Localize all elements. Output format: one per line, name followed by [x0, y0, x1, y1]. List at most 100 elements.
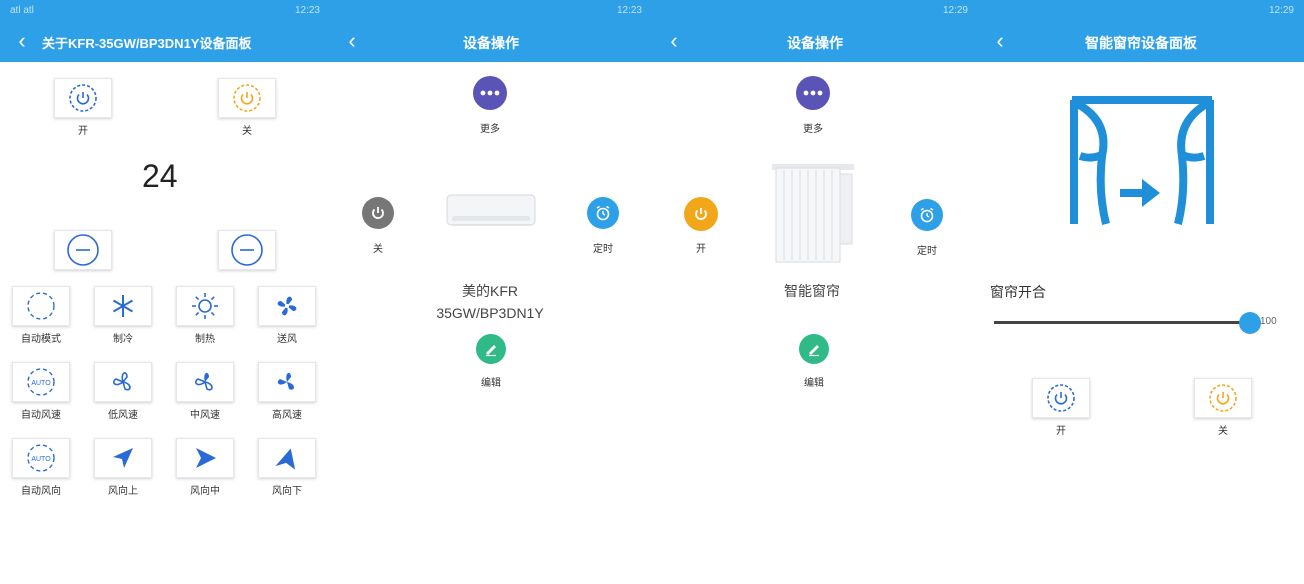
direction-auto-button[interactable]: AUTO	[12, 438, 70, 478]
timer-button[interactable]	[587, 197, 619, 229]
edit-label: 编辑	[804, 378, 824, 389]
sun-icon	[192, 293, 218, 319]
timer-button[interactable]	[911, 199, 943, 231]
auto-icon	[27, 292, 55, 320]
power-off-button[interactable]	[218, 78, 276, 118]
power-icon	[69, 84, 97, 112]
signal-text: atl atl	[10, 5, 34, 16]
more-dots-icon	[480, 90, 500, 96]
direction-mid-button[interactable]	[176, 438, 234, 478]
power-icon	[233, 84, 261, 112]
ac-control-panel: atl atl 12:23 ‹ 关于KFR-35GW/BP3DN1Y设备面板 开…	[0, 0, 330, 584]
power-off-label: 关	[242, 126, 252, 137]
curtain-control-panel: 12:29 ‹ 智能窗帘设备面板 窗帘开合 100 开 关	[978, 0, 1304, 584]
mode-label: 自动风速	[21, 410, 61, 421]
more-button[interactable]	[473, 76, 507, 110]
pencil-icon	[486, 345, 496, 357]
minus-circle-icon	[231, 234, 263, 266]
fan-high-icon	[277, 372, 294, 390]
mode-fan-button[interactable]	[258, 286, 316, 326]
more-button[interactable]	[796, 76, 830, 110]
arrow-up-icon	[113, 448, 133, 468]
fan-high-button[interactable]	[258, 362, 316, 402]
status-bar: 12:23	[330, 0, 652, 22]
page-title: 关于KFR-35GW/BP3DN1Y设备面板	[42, 36, 252, 51]
power-label: 关	[373, 244, 383, 255]
direction-down-button[interactable]	[258, 438, 316, 478]
power-on-label: 开	[78, 126, 88, 137]
status-bar: atl atl 12:23	[0, 0, 330, 22]
svg-text:AUTO: AUTO	[31, 380, 51, 387]
mode-label: 制冷	[113, 334, 133, 345]
device-name: 智能窗帘	[784, 283, 840, 299]
mode-label: 风向下	[272, 486, 302, 497]
slider-label: 窗帘开合	[990, 284, 1046, 300]
alarm-clock-icon	[920, 207, 934, 223]
status-time: 12:23	[616, 5, 642, 16]
auto-direction-icon: AUTO	[27, 444, 55, 472]
fan-low-icon	[113, 372, 131, 391]
curtain-open-button[interactable]	[1032, 378, 1090, 418]
mode-heat-button[interactable]	[176, 286, 234, 326]
power-toggle-button[interactable]	[684, 197, 718, 231]
mode-label: 低风速	[108, 410, 138, 421]
mode-label: 自动模式	[21, 334, 61, 345]
fan-auto-button[interactable]: AUTO	[12, 362, 70, 402]
status-time: 12:29	[1268, 5, 1294, 16]
curtain-slider-track[interactable]	[994, 321, 1250, 324]
power-toggle-button[interactable]	[362, 197, 394, 229]
arrow-mid-icon	[196, 448, 216, 468]
edit-button[interactable]	[799, 334, 829, 364]
mode-label: 制热	[195, 334, 215, 345]
title-bar: ‹ 设备操作	[330, 22, 652, 62]
power-icon	[372, 207, 384, 219]
mode-cool-button[interactable]	[94, 286, 152, 326]
temperature-display: 24	[142, 158, 178, 194]
device-name-line2: 35GW/BP3DN1Y	[436, 305, 544, 321]
temp-down-button[interactable]	[54, 230, 112, 270]
status-bar: 12:29	[978, 0, 1304, 22]
timer-label: 定时	[917, 246, 937, 257]
curtain-image	[772, 164, 854, 263]
close-label: 关	[1218, 426, 1228, 437]
curtain-slider-thumb[interactable]	[1239, 312, 1261, 334]
curtain-close-button[interactable]	[1194, 378, 1252, 418]
more-label: 更多	[803, 124, 823, 135]
mode-auto-button[interactable]	[12, 286, 70, 326]
status-bar: 12:29	[652, 0, 978, 22]
mode-label: 风向中	[190, 486, 220, 497]
timer-label: 定时	[593, 244, 613, 255]
power-on-button[interactable]	[54, 78, 112, 118]
fan-mid-button[interactable]	[176, 362, 234, 402]
mode-label: 高风速	[272, 410, 302, 421]
power-icon	[695, 208, 707, 220]
mode-label: 风向上	[108, 486, 138, 497]
snowflake-icon	[112, 295, 134, 317]
air-conditioner-image	[446, 194, 536, 226]
fan-mid-icon	[195, 372, 213, 391]
page-title: 智能窗帘设备面板	[1085, 35, 1197, 51]
svg-text:AUTO: AUTO	[31, 456, 51, 463]
title-bar: ‹ 关于KFR-35GW/BP3DN1Y设备面板	[0, 22, 330, 62]
fan-low-button[interactable]	[94, 362, 152, 402]
mode-label: 送风	[277, 334, 297, 345]
arrow-down-icon	[275, 448, 296, 470]
open-label: 开	[1056, 426, 1066, 437]
power-label: 开	[696, 244, 706, 255]
more-label: 更多	[480, 124, 500, 135]
minus-circle-icon	[67, 234, 99, 266]
curtain-icon	[1070, 96, 1214, 225]
ac-device-operation-panel: 12:23 ‹ 设备操作 更多 关 定时 美的KFR 35GW/BP3DN1Y …	[330, 0, 652, 584]
device-name-line1: 美的KFR	[462, 283, 518, 299]
pencil-icon	[809, 345, 819, 357]
direction-up-button[interactable]	[94, 438, 152, 478]
device-name: 美的KFR 35GW/BP3DN1Y	[390, 280, 590, 324]
back-icon[interactable]: ‹	[10, 30, 34, 54]
edit-label: 编辑	[481, 378, 501, 389]
slider-value: 100	[1260, 316, 1277, 327]
edit-button[interactable]	[476, 334, 506, 364]
mode-label: 自动风向	[21, 486, 61, 497]
status-time: 12:29	[942, 5, 968, 16]
temp-up-button[interactable]	[218, 230, 276, 270]
curtain-device-operation-panel: 12:29 ‹ 设备操作 更多 开 定时 智能窗帘 编辑	[652, 0, 978, 584]
